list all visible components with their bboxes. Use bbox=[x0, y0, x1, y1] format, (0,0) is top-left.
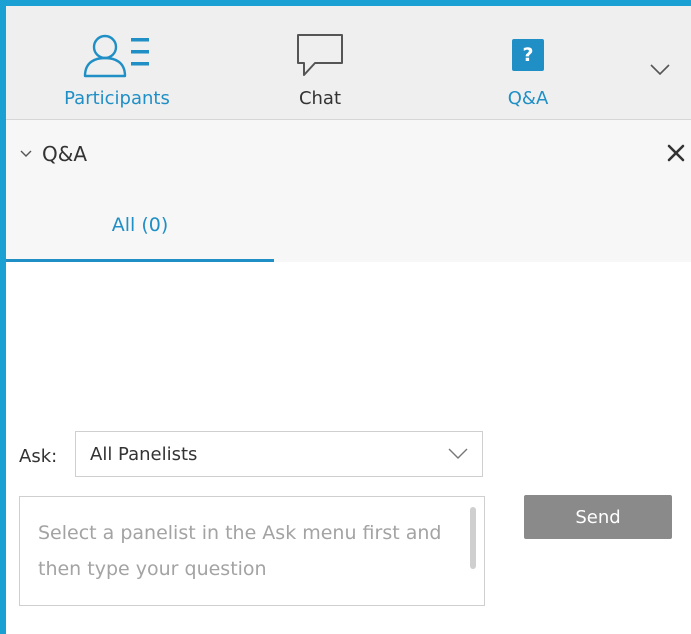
chevron-down-icon bbox=[448, 448, 468, 459]
subtab-all-label: All (0) bbox=[111, 214, 169, 236]
active-subtab-indicator bbox=[6, 259, 274, 262]
ask-label: Ask: bbox=[19, 446, 58, 467]
ask-selected-value: All Panelists bbox=[90, 443, 198, 465]
question-box bbox=[19, 496, 485, 606]
chevron-down-icon bbox=[20, 150, 32, 157]
qa-panel-header: Q&A All (0) bbox=[6, 120, 691, 262]
close-panel-button[interactable] bbox=[665, 142, 687, 164]
tab-qa[interactable]: ? Q&A bbox=[480, 6, 576, 119]
tab-qa-label: Q&A bbox=[507, 88, 549, 109]
question-mark-icon: ? bbox=[512, 30, 544, 80]
tab-chat-label: Chat bbox=[298, 88, 342, 109]
collapse-panel-toggle[interactable]: Q&A bbox=[20, 142, 87, 166]
qa-panel-window: Participants Chat ? Q&A Q&A All (0) Ask:… bbox=[6, 6, 691, 634]
ask-recipient-select[interactable]: All Panelists bbox=[75, 431, 483, 477]
panel-title: Q&A bbox=[42, 142, 88, 166]
tab-participants[interactable]: Participants bbox=[58, 6, 176, 119]
tab-participants-label: Participants bbox=[64, 88, 170, 109]
send-button[interactable]: Send bbox=[524, 495, 672, 539]
participants-icon bbox=[81, 30, 153, 80]
more-tabs-chevron-icon[interactable] bbox=[648, 62, 672, 78]
question-input[interactable] bbox=[20, 497, 460, 605]
close-icon bbox=[667, 144, 685, 162]
chat-bubble-icon bbox=[295, 30, 345, 80]
subtab-all[interactable]: All (0) bbox=[6, 178, 274, 262]
question-scrollbar[interactable] bbox=[470, 507, 476, 569]
tab-chat[interactable]: Chat bbox=[270, 6, 370, 119]
panel-tab-bar: Participants Chat ? Q&A bbox=[6, 6, 691, 120]
